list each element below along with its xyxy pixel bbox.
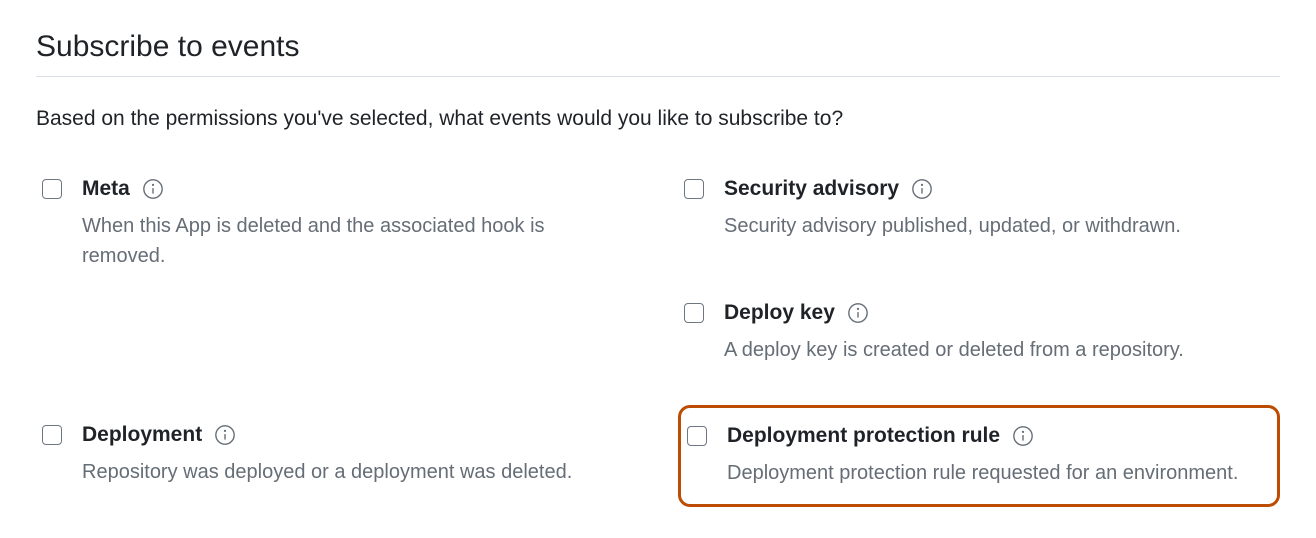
- section-subtitle: Based on the permissions you've selected…: [36, 77, 1280, 171]
- left-column: Meta When this App is deleted and the as…: [36, 171, 638, 507]
- event-title-security-advisory: Security advisory: [724, 177, 899, 201]
- event-title-meta: Meta: [82, 177, 130, 201]
- event-description-security-advisory: Security advisory published, updated, or…: [724, 211, 1274, 241]
- event-description-deployment: Repository was deployed or a deployment …: [82, 457, 632, 487]
- checkbox-security-advisory[interactable]: [684, 179, 704, 199]
- event-content: Deploy key A deploy key is created or de…: [724, 301, 1274, 365]
- event-item-deploy-key: Deploy key A deploy key is created or de…: [678, 295, 1280, 371]
- event-title-deploy-key: Deploy key: [724, 301, 835, 325]
- info-icon[interactable]: [847, 302, 869, 324]
- checkbox-deploy-key[interactable]: [684, 303, 704, 323]
- event-description-meta: When this App is deleted and the associa…: [82, 211, 632, 271]
- info-icon[interactable]: [214, 424, 236, 446]
- event-header: Deployment protection rule: [727, 424, 1271, 448]
- checkbox-deployment-protection-rule[interactable]: [687, 426, 707, 446]
- section-title: Subscribe to events: [36, 0, 1280, 77]
- checkbox-deployment[interactable]: [42, 425, 62, 445]
- event-item-deployment: Deployment Repository was deployed or a …: [36, 417, 638, 493]
- event-header: Deploy key: [724, 301, 1274, 325]
- info-icon[interactable]: [911, 178, 933, 200]
- event-description-deploy-key: A deploy key is created or deleted from …: [724, 335, 1274, 365]
- event-title-deployment: Deployment: [82, 423, 202, 447]
- checkbox-meta[interactable]: [42, 179, 62, 199]
- event-content: Security advisory Security advisory publ…: [724, 177, 1274, 241]
- event-description-deployment-protection-rule: Deployment protection rule requested for…: [727, 458, 1271, 488]
- event-content: Deployment Repository was deployed or a …: [82, 423, 632, 487]
- events-grid: Meta When this App is deleted and the as…: [36, 171, 1280, 507]
- event-item-security-advisory: Security advisory Security advisory publ…: [678, 171, 1280, 247]
- info-icon[interactable]: [142, 178, 164, 200]
- event-header: Security advisory: [724, 177, 1274, 201]
- event-header: Meta: [82, 177, 632, 201]
- event-content: Meta When this App is deleted and the as…: [82, 177, 632, 271]
- event-title-deployment-protection-rule: Deployment protection rule: [727, 424, 1000, 448]
- info-icon[interactable]: [1012, 425, 1034, 447]
- event-content: Deployment protection rule Deployment pr…: [727, 424, 1271, 488]
- event-item-deployment-protection-rule: Deployment protection rule Deployment pr…: [678, 405, 1280, 507]
- right-column: Security advisory Security advisory publ…: [678, 171, 1280, 507]
- event-item-meta: Meta When this App is deleted and the as…: [36, 171, 638, 277]
- event-header: Deployment: [82, 423, 632, 447]
